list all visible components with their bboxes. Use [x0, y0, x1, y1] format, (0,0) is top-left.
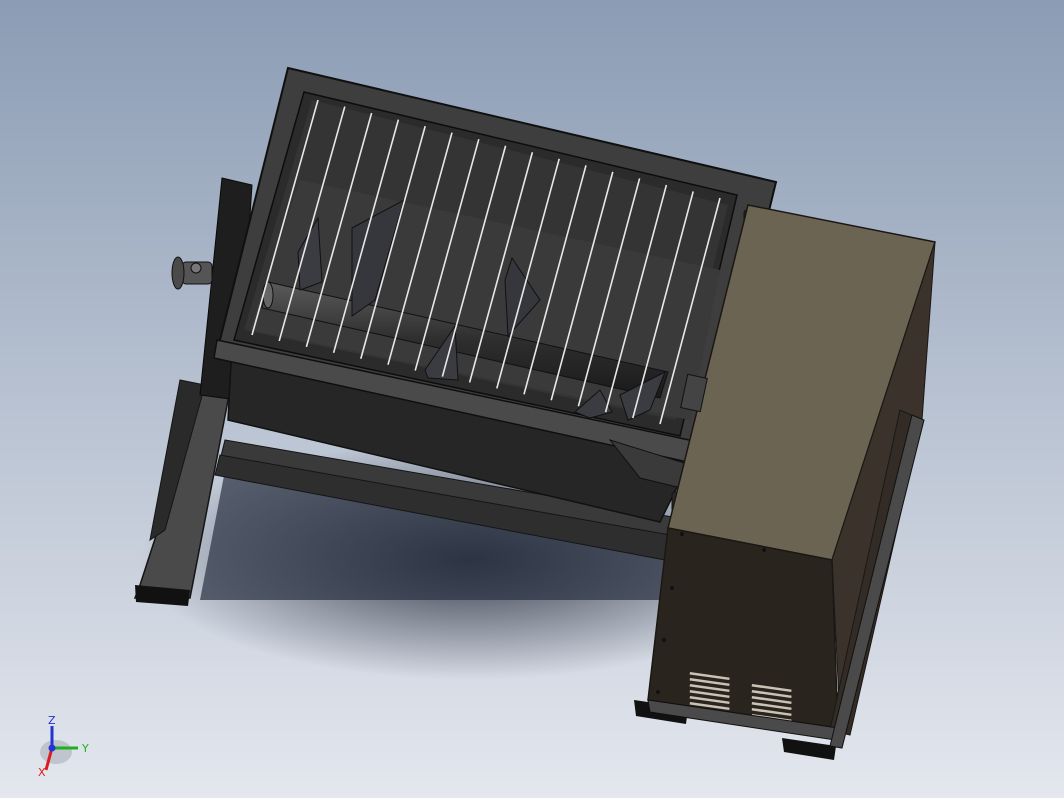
handwheel-rim [171, 256, 185, 290]
triad-z-label: Z [48, 714, 56, 727]
cabinet-screw [662, 638, 666, 642]
shaft-end-left [262, 281, 274, 309]
model-scene: X Y Z [0, 0, 1064, 798]
cabinet-screw [680, 532, 684, 536]
triad-y-label: Y [81, 742, 89, 755]
cabinet-screw [656, 690, 660, 694]
triad-x-label: X [38, 766, 46, 779]
cabinet-front [647, 527, 839, 729]
graphics-viewport[interactable]: X Y Z [0, 0, 1064, 798]
triad-origin [48, 744, 56, 752]
triad-base [40, 740, 72, 764]
handwheel-knob [190, 262, 202, 274]
handwheel[interactable] [171, 256, 213, 290]
cabinet-screw [762, 548, 766, 552]
cabinet-screw [670, 586, 674, 590]
